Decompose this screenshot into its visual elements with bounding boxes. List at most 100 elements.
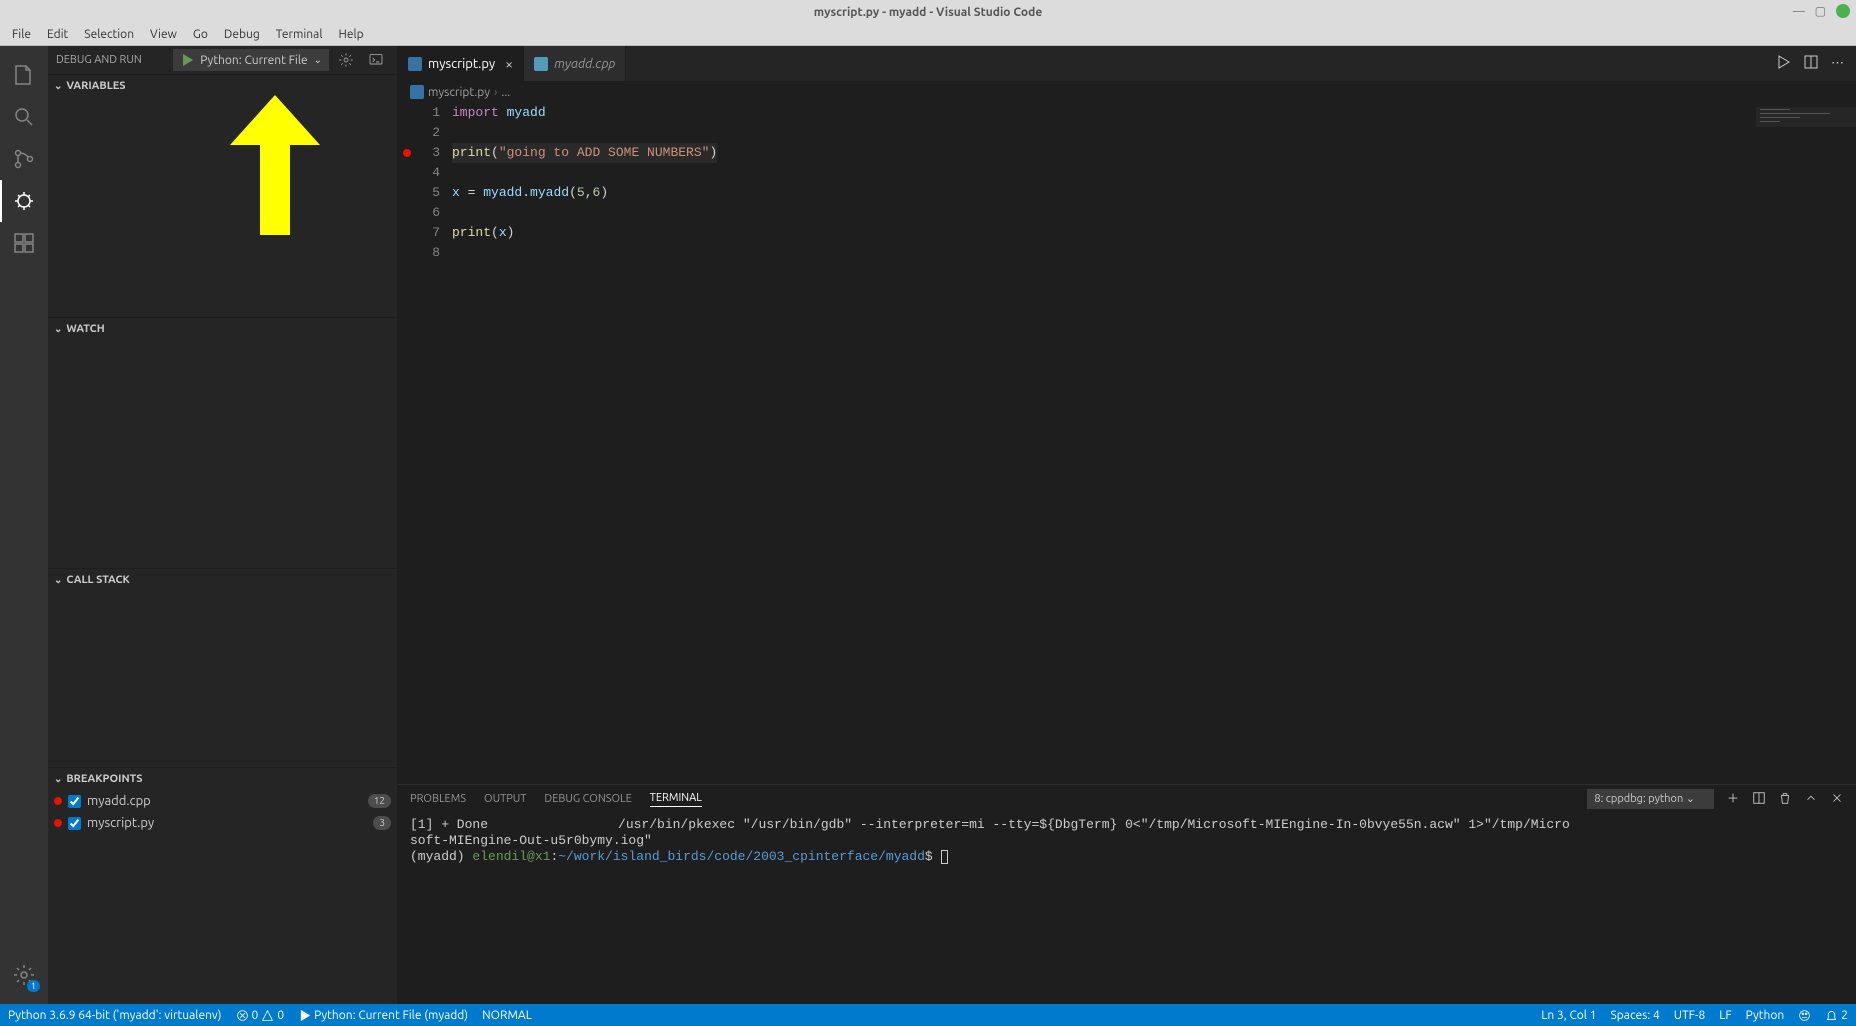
- line-number: 8: [416, 243, 452, 263]
- menu-debug[interactable]: Debug: [216, 26, 268, 43]
- tab-myscript[interactable]: myscript.py ×: [398, 46, 524, 81]
- code-text[interactable]: import myadd: [452, 103, 546, 123]
- panel-tabs: PROBLEMS OUTPUT DEBUG CONSOLE TERMINAL 8…: [398, 785, 1856, 813]
- menu-help[interactable]: Help: [330, 26, 371, 43]
- code-text[interactable]: x = myadd.myadd(5,6): [452, 183, 608, 203]
- split-terminal-icon[interactable]: [1752, 791, 1766, 808]
- breakpoint-file: myscript.py: [87, 816, 154, 830]
- panel-tab-terminal[interactable]: TERMINAL: [650, 792, 702, 807]
- breadcrumb-file: myscript.py: [428, 86, 490, 99]
- kill-terminal-icon[interactable]: [1778, 791, 1792, 808]
- code-line[interactable]: 7print(x): [398, 223, 717, 243]
- panel-tab-debugconsole[interactable]: DEBUG CONSOLE: [544, 793, 631, 805]
- sidebar-title: DEBUG AND RUN: [56, 54, 142, 66]
- gear-icon[interactable]: [333, 49, 359, 71]
- explorer-icon[interactable]: [0, 54, 48, 96]
- settings-badge: 1: [27, 980, 40, 992]
- variables-body: [48, 97, 397, 317]
- menu-terminal[interactable]: Terminal: [268, 26, 331, 43]
- settings-icon[interactable]: 1: [0, 954, 48, 996]
- close-panel-icon[interactable]: [1830, 791, 1844, 808]
- breakpoints-section: ⌄ BREAKPOINTS myadd.cpp 12 myscript.py 3: [48, 767, 397, 834]
- breakpoint-dot-icon: [54, 797, 62, 805]
- terminal[interactable]: [1] + Done/usr/bin/pkexec "/usr/bin/gdb"…: [398, 813, 1856, 1004]
- code-line[interactable]: 6: [398, 203, 717, 223]
- status-eol[interactable]: LF: [1719, 1009, 1731, 1022]
- more-icon[interactable]: ⋯: [1831, 56, 1844, 71]
- split-editor-icon[interactable]: [1803, 54, 1819, 73]
- breakpoints-header[interactable]: ⌄ BREAKPOINTS: [48, 768, 397, 790]
- menu-go[interactable]: Go: [185, 26, 216, 43]
- code-line[interactable]: 4: [398, 163, 717, 183]
- code-line[interactable]: 8: [398, 243, 717, 263]
- breakpoint-file: myadd.cpp: [87, 794, 151, 808]
- source-control-icon[interactable]: [0, 138, 48, 180]
- debug-sidebar: DEBUG AND RUN Python: Current File ⌄ ⌄ V…: [48, 46, 398, 1004]
- status-mode[interactable]: NORMAL: [482, 1009, 532, 1022]
- breakpoint-checkbox[interactable]: [68, 817, 81, 830]
- callstack-section: ⌄ CALL STACK: [48, 568, 397, 767]
- new-terminal-icon[interactable]: [1726, 791, 1740, 808]
- line-number: 2: [416, 123, 452, 143]
- breakpoint-dot-icon[interactable]: [403, 149, 411, 157]
- code-line[interactable]: 1import myadd: [398, 103, 717, 123]
- status-spaces[interactable]: Spaces: 4: [1610, 1009, 1659, 1022]
- breakpoint-row[interactable]: myadd.cpp 12: [48, 790, 397, 812]
- status-position[interactable]: Ln 3, Col 1: [1541, 1009, 1596, 1022]
- menu-edit[interactable]: Edit: [39, 26, 76, 43]
- code-line[interactable]: 2: [398, 123, 717, 143]
- status-bar: Python 3.6.9 64-bit ('myadd': virtualenv…: [0, 1004, 1856, 1026]
- run-icon[interactable]: [1775, 54, 1791, 73]
- menu-view[interactable]: View: [142, 26, 185, 43]
- menu-selection[interactable]: Selection: [76, 26, 142, 43]
- code-editor[interactable]: 1import myadd23print("going to ADD SOME …: [398, 103, 1856, 784]
- minimize-icon[interactable]: —: [1793, 5, 1805, 18]
- breakpoint-line: 3: [373, 816, 391, 830]
- breadcrumb-rest: ...: [501, 86, 510, 99]
- line-number: 4: [416, 163, 452, 183]
- activity-bar: 1: [0, 46, 48, 1004]
- line-number: 3: [416, 143, 452, 163]
- panel-tab-output[interactable]: OUTPUT: [484, 793, 526, 805]
- watch-header[interactable]: ⌄ WATCH: [48, 318, 397, 340]
- tab-myadd[interactable]: myadd.cpp: [524, 46, 626, 81]
- cursor: [941, 850, 948, 864]
- menu-file[interactable]: File: [4, 26, 39, 43]
- close-icon[interactable]: [1836, 4, 1850, 18]
- close-icon[interactable]: ×: [505, 56, 513, 72]
- status-notifications[interactable]: 2: [1825, 1009, 1848, 1022]
- extensions-icon[interactable]: [0, 222, 48, 264]
- status-debug[interactable]: Python: Current File (myadd): [298, 1009, 468, 1022]
- status-encoding[interactable]: UTF-8: [1674, 1009, 1705, 1022]
- status-feedback[interactable]: [1798, 1009, 1811, 1022]
- code-text[interactable]: print(x): [452, 223, 514, 243]
- bottom-panel: PROBLEMS OUTPUT DEBUG CONSOLE TERMINAL 8…: [398, 784, 1856, 1004]
- code-line[interactable]: 5x = myadd.myadd(5,6): [398, 183, 717, 203]
- breakpoint-line: 12: [368, 794, 391, 808]
- breadcrumb[interactable]: myscript.py › ...: [398, 81, 1856, 103]
- search-icon[interactable]: [0, 96, 48, 138]
- chevron-down-icon: ⌄: [314, 54, 322, 66]
- maximize-panel-icon[interactable]: [1804, 791, 1818, 808]
- breakpoint-checkbox[interactable]: [68, 795, 81, 808]
- debug-icon[interactable]: [0, 180, 48, 222]
- panel-tab-problems[interactable]: PROBLEMS: [410, 793, 466, 805]
- window-title: myscript.py - myadd - Visual Studio Code: [814, 6, 1043, 19]
- sidebar-header: DEBUG AND RUN Python: Current File ⌄: [48, 46, 397, 74]
- debug-config-selector[interactable]: Python: Current File ⌄: [173, 49, 329, 71]
- editor-area: myscript.py × myadd.cpp ⋯ myscript.py › …: [398, 46, 1856, 1004]
- debug-console-icon[interactable]: [363, 49, 389, 71]
- maximize-icon[interactable]: ▢: [1815, 4, 1826, 18]
- status-problems[interactable]: 0 0: [236, 1009, 285, 1022]
- variables-section: ⌄ VARIABLES: [48, 74, 397, 317]
- callstack-header[interactable]: ⌄ CALL STACK: [48, 569, 397, 591]
- variables-header[interactable]: ⌄ VARIABLES: [48, 75, 397, 97]
- breakpoints-body: myadd.cpp 12 myscript.py 3: [48, 790, 397, 834]
- terminal-selector[interactable]: 8: cppdbg: python ⌄: [1587, 789, 1714, 809]
- breakpoint-row[interactable]: myscript.py 3: [48, 812, 397, 834]
- status-lang[interactable]: Python: [1746, 1009, 1785, 1022]
- code-line[interactable]: 3print("going to ADD SOME NUMBERS"): [398, 143, 717, 163]
- status-python[interactable]: Python 3.6.9 64-bit ('myadd': virtualenv…: [8, 1009, 222, 1022]
- minimap[interactable]: [1756, 103, 1856, 784]
- code-text[interactable]: print("going to ADD SOME NUMBERS"): [452, 143, 717, 163]
